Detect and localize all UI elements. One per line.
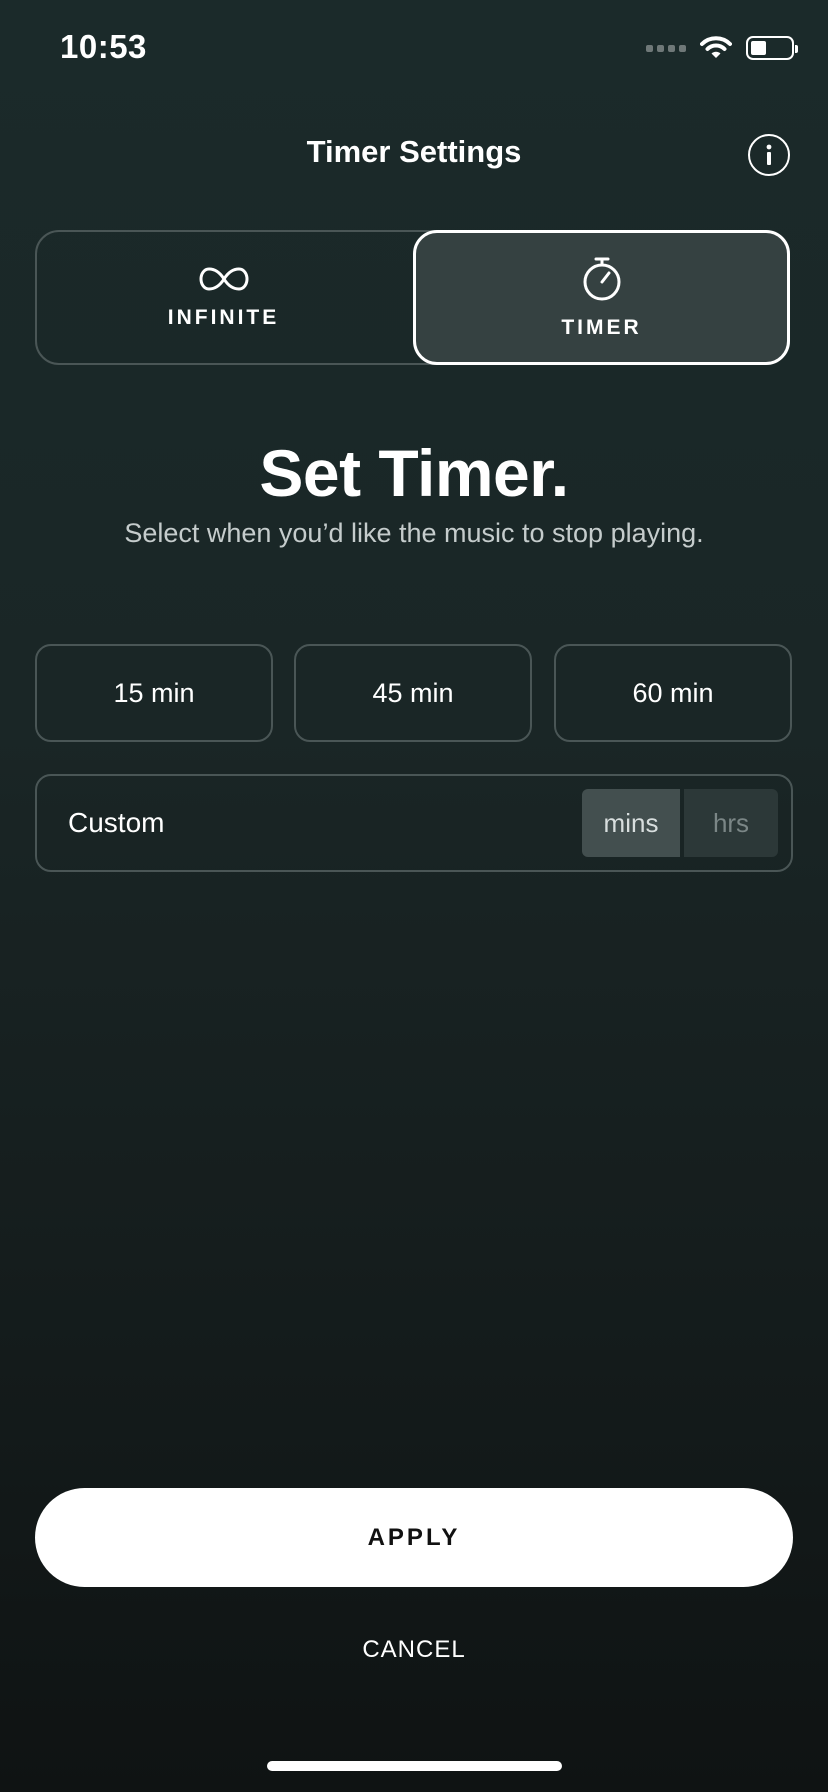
preset-15-min-button[interactable]: 15 min: [35, 644, 273, 742]
battery-icon: [746, 36, 798, 60]
wifi-icon: [700, 36, 732, 58]
cancel-button[interactable]: CANCEL: [0, 1636, 828, 1664]
preset-45-min-button[interactable]: 45 min: [294, 644, 532, 742]
mode-infinite-label: INFINITE: [167, 305, 280, 329]
unit-mins-button[interactable]: mins: [582, 789, 680, 857]
mode-infinite-button[interactable]: INFINITE: [35, 230, 412, 365]
status-bar: 10:53: [0, 0, 828, 100]
cellular-signal-icon: [646, 44, 686, 52]
unit-hrs-button[interactable]: hrs: [684, 789, 778, 857]
infinity-icon: [198, 266, 249, 291]
apply-button[interactable]: APPLY: [35, 1488, 793, 1587]
home-indicator: [267, 1761, 562, 1771]
mode-timer-label: TIMER: [561, 315, 642, 339]
mode-toggle: INFINITE TIMER: [35, 230, 790, 365]
status-icons: [646, 36, 798, 60]
unit-toggle: mins hrs: [582, 789, 778, 857]
headline: Set Timer.: [259, 436, 569, 510]
info-button[interactable]: [748, 134, 790, 176]
custom-label: Custom: [68, 807, 165, 838]
mode-timer-button[interactable]: TIMER: [413, 230, 790, 365]
custom-timer-input[interactable]: Custom mins hrs: [35, 774, 793, 872]
preset-60-min-button[interactable]: 60 min: [554, 644, 792, 742]
info-icon: [766, 144, 772, 165]
subtitle: Select when you’d like the music to stop…: [124, 518, 704, 548]
stopwatch-icon: [583, 257, 620, 300]
battery-level: [751, 41, 767, 55]
status-time: 10:53: [60, 28, 147, 65]
page-title: Timer Settings: [306, 134, 522, 169]
